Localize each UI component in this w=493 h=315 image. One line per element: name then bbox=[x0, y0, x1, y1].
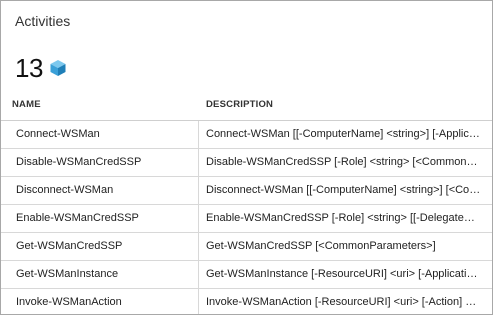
table-row[interactable]: Invoke-WSManAction Invoke-WSManAction [-… bbox=[1, 289, 492, 314]
table-header: NAME DESCRIPTION bbox=[1, 89, 492, 121]
column-header-description[interactable]: DESCRIPTION bbox=[206, 99, 273, 110]
activity-name: Get-WSManInstance bbox=[16, 268, 119, 280]
activity-count: 13 bbox=[15, 51, 67, 85]
activity-description: Get-WSManInstance [-ResourceURI] <uri> [… bbox=[206, 268, 482, 280]
panel-title: Activities bbox=[15, 13, 71, 29]
activity-name: Disconnect-WSMan bbox=[16, 184, 114, 196]
table-row[interactable]: Disconnect-WSMan Disconnect-WSMan [[-Com… bbox=[1, 177, 492, 205]
cube-icon bbox=[49, 59, 67, 77]
activities-table: NAME DESCRIPTION Connect-WSMan Connect-W… bbox=[1, 89, 492, 314]
activity-description: Connect-WSMan [[-ComputerName] <string>]… bbox=[206, 128, 482, 140]
activity-description: Invoke-WSManAction [-ResourceURI] <uri> … bbox=[206, 296, 482, 308]
activity-description: Disconnect-WSMan [[-ComputerName] <strin… bbox=[206, 184, 482, 196]
activity-description: Get-WSManCredSSP [<CommonParameters>] bbox=[206, 240, 436, 252]
activity-name: Invoke-WSManAction bbox=[16, 296, 122, 308]
table-row[interactable]: Disable-WSManCredSSP Disable-WSManCredSS… bbox=[1, 149, 492, 177]
activity-name: Disable-WSManCredSSP bbox=[16, 156, 142, 168]
activities-panel: Activities 13 NAME DESCRIPTION Connect-W… bbox=[0, 0, 493, 315]
activity-name: Get-WSManCredSSP bbox=[16, 240, 123, 252]
column-header-name[interactable]: NAME bbox=[12, 99, 41, 110]
table-row[interactable]: Connect-WSMan Connect-WSMan [[-ComputerN… bbox=[1, 121, 492, 149]
table-row[interactable]: Enable-WSManCredSSP Enable-WSManCredSSP … bbox=[1, 205, 492, 233]
column-divider bbox=[198, 121, 199, 314]
activity-description: Enable-WSManCredSSP [-Role] <string> [[-… bbox=[206, 212, 482, 224]
activity-name: Connect-WSMan bbox=[16, 128, 100, 140]
table-row[interactable]: Get-WSManInstance Get-WSManInstance [-Re… bbox=[1, 261, 492, 289]
count-value: 13 bbox=[15, 52, 43, 83]
table-row[interactable]: Get-WSManCredSSP Get-WSManCredSSP [<Comm… bbox=[1, 233, 492, 261]
activity-name: Enable-WSManCredSSP bbox=[16, 212, 139, 224]
activity-description: Disable-WSManCredSSP [-Role] <string> [<… bbox=[206, 156, 482, 168]
